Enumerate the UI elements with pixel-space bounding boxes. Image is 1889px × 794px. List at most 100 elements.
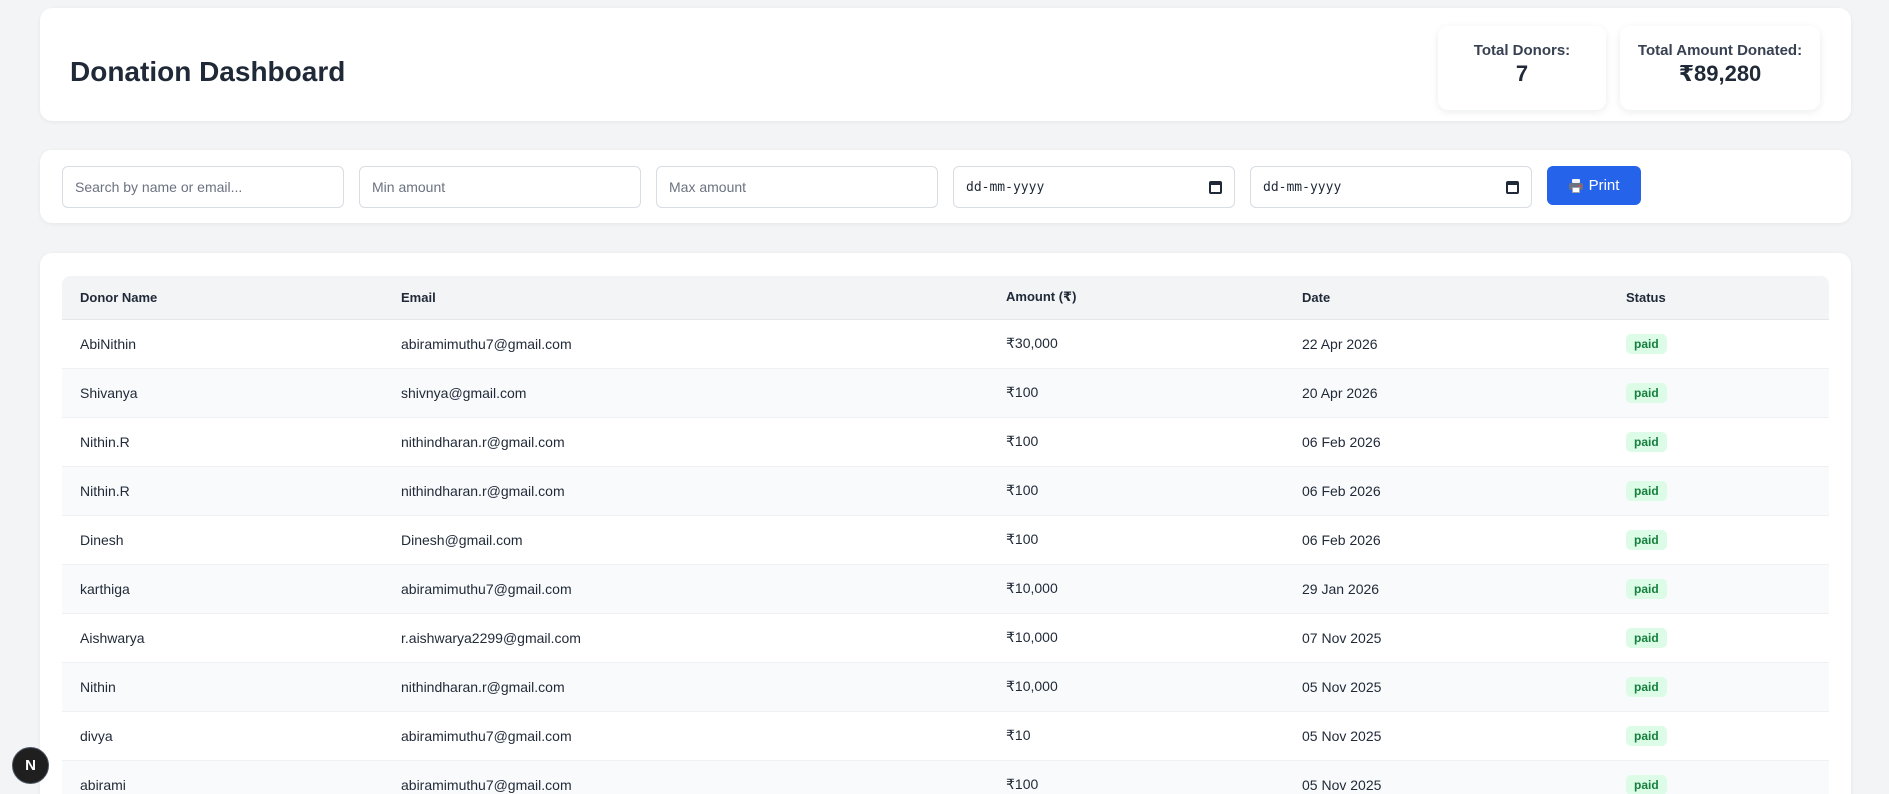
email-cell: abiramimuthu7@gmail.com [383,711,988,761]
amount-cell: ₹100 [988,466,1284,516]
total-donors-label: Total Donors: [1473,42,1571,59]
status-badge: paid [1626,480,1667,501]
amount-cell: ₹10,000 [988,564,1284,614]
table-row[interactable]: Nithin.R nithindharan.r@gmail.com ₹100 0… [62,417,1829,467]
status-badge: paid [1626,333,1667,354]
email-cell: shivnya@gmail.com [383,368,988,418]
dashboard-header: Donation Dashboard Total Donors: 7 Total… [40,8,1851,121]
amount-cell: ₹100 [988,368,1284,418]
dev-badge-letter: N [25,757,36,774]
status-cell: paid [1608,613,1829,663]
table-row[interactable]: AbiNithin abiramimuthu7@gmail.com ₹30,00… [62,319,1829,369]
status-badge: paid [1626,676,1667,697]
donations-table-card: Donor Name Email Amount (₹) Date Status … [40,253,1851,794]
donor-name-cell: Nithin.R [62,466,383,516]
amount-cell: ₹30,000 [988,319,1284,369]
email-cell: Dinesh@gmail.com [383,515,988,565]
status-cell: paid [1608,417,1829,467]
table-row[interactable]: karthiga abiramimuthu7@gmail.com ₹10,000… [62,564,1829,614]
status-badge: paid [1626,382,1667,403]
date-cell: 29 Jan 2026 [1284,564,1608,614]
status-badge: paid [1626,578,1667,599]
column-header-status[interactable]: Status [1608,276,1829,320]
email-cell: abiramimuthu7@gmail.com [383,319,988,369]
amount-cell: ₹100 [988,515,1284,565]
status-cell: paid [1608,662,1829,712]
email-cell: nithindharan.r@gmail.com [383,662,988,712]
date-cell: 06 Feb 2026 [1284,515,1608,565]
status-badge: paid [1626,774,1667,794]
date-cell: 20 Apr 2026 [1284,368,1608,418]
table-row[interactable]: Nithin.R nithindharan.r@gmail.com ₹100 0… [62,466,1829,516]
donor-name-cell: Shivanya [62,368,383,418]
filters-bar: dd-mm-yyyy dd-mm-yyyy Print [40,150,1851,223]
table-header-row: Donor Name Email Amount (₹) Date Status [62,276,1829,320]
amount-cell: ₹10 [988,711,1284,761]
status-badge: paid [1626,529,1667,550]
status-badge: paid [1626,725,1667,746]
min-amount-input[interactable] [359,166,641,208]
email-cell: abiramimuthu7@gmail.com [383,760,988,794]
table-row[interactable]: abirami abiramimuthu7@gmail.com ₹100 05 … [62,760,1829,794]
status-badge: paid [1626,627,1667,648]
date-cell: 22 Apr 2026 [1284,319,1608,369]
search-input[interactable] [62,166,344,208]
email-cell: abiramimuthu7@gmail.com [383,564,988,614]
table-row[interactable]: Shivanya shivnya@gmail.com ₹100 20 Apr 2… [62,368,1829,418]
email-cell: nithindharan.r@gmail.com [383,466,988,516]
status-cell: paid [1608,711,1829,761]
amount-cell: ₹10,000 [988,613,1284,663]
page-title: Donation Dashboard [70,56,346,87]
date-cell: 05 Nov 2025 [1284,662,1608,712]
donor-name-cell: Dinesh [62,515,383,565]
donor-name-cell: Nithin.R [62,417,383,467]
to-date-value: dd-mm-yyyy [1263,179,1342,195]
donor-name-cell: karthiga [62,564,383,614]
email-cell: nithindharan.r@gmail.com [383,417,988,467]
date-cell: 07 Nov 2025 [1284,613,1608,663]
amount-cell: ₹10,000 [988,662,1284,712]
table-row[interactable]: Aishwarya r.aishwarya2299@gmail.com ₹10,… [62,613,1829,663]
calendar-icon[interactable] [1506,180,1519,194]
donor-name-cell: Nithin [62,662,383,712]
total-amount-value: ₹89,280 [1678,61,1762,86]
date-cell: 05 Nov 2025 [1284,760,1608,794]
table-row[interactable]: divya abiramimuthu7@gmail.com ₹10 05 Nov… [62,711,1829,761]
email-cell: r.aishwarya2299@gmail.com [383,613,988,663]
donor-name-cell: divya [62,711,383,761]
column-header-amount[interactable]: Amount (₹) [988,276,1284,320]
table-row[interactable]: Nithin nithindharan.r@gmail.com ₹10,000 … [62,662,1829,712]
amount-cell: ₹100 [988,760,1284,794]
print-button-label: Print [1588,177,1620,194]
table-row[interactable]: Dinesh Dinesh@gmail.com ₹100 06 Feb 2026… [62,515,1829,565]
donations-table: Donor Name Email Amount (₹) Date Status … [62,276,1829,794]
donor-name-cell: abirami [62,760,383,794]
status-cell: paid [1608,319,1829,369]
total-amount-label: Total Amount Donated: [1637,42,1803,59]
column-header-donor-name[interactable]: Donor Name [62,276,383,320]
date-cell: 06 Feb 2026 [1284,417,1608,467]
status-cell: paid [1608,760,1829,794]
column-header-email[interactable]: Email [383,276,988,320]
status-badge: paid [1626,431,1667,452]
status-cell: paid [1608,515,1829,565]
dev-tools-badge[interactable]: N [12,747,49,784]
status-cell: paid [1608,564,1829,614]
status-cell: paid [1608,466,1829,516]
column-header-date[interactable]: Date [1284,276,1608,320]
amount-cell: ₹100 [988,417,1284,467]
total-amount-card: Total Amount Donated: ₹89,280 [1620,26,1820,110]
max-amount-input[interactable] [656,166,938,208]
total-donors-value: 7 [1515,61,1529,86]
from-date-input[interactable]: dd-mm-yyyy [953,166,1235,208]
status-cell: paid [1608,368,1829,418]
date-cell: 06 Feb 2026 [1284,466,1608,516]
print-button[interactable]: Print [1547,166,1641,205]
from-date-value: dd-mm-yyyy [966,179,1045,195]
donor-name-cell: Aishwarya [62,613,383,663]
date-cell: 05 Nov 2025 [1284,711,1608,761]
to-date-input[interactable]: dd-mm-yyyy [1250,166,1532,208]
donor-name-cell: AbiNithin [62,319,383,369]
calendar-icon[interactable] [1209,180,1222,194]
total-donors-card: Total Donors: 7 [1438,26,1606,110]
